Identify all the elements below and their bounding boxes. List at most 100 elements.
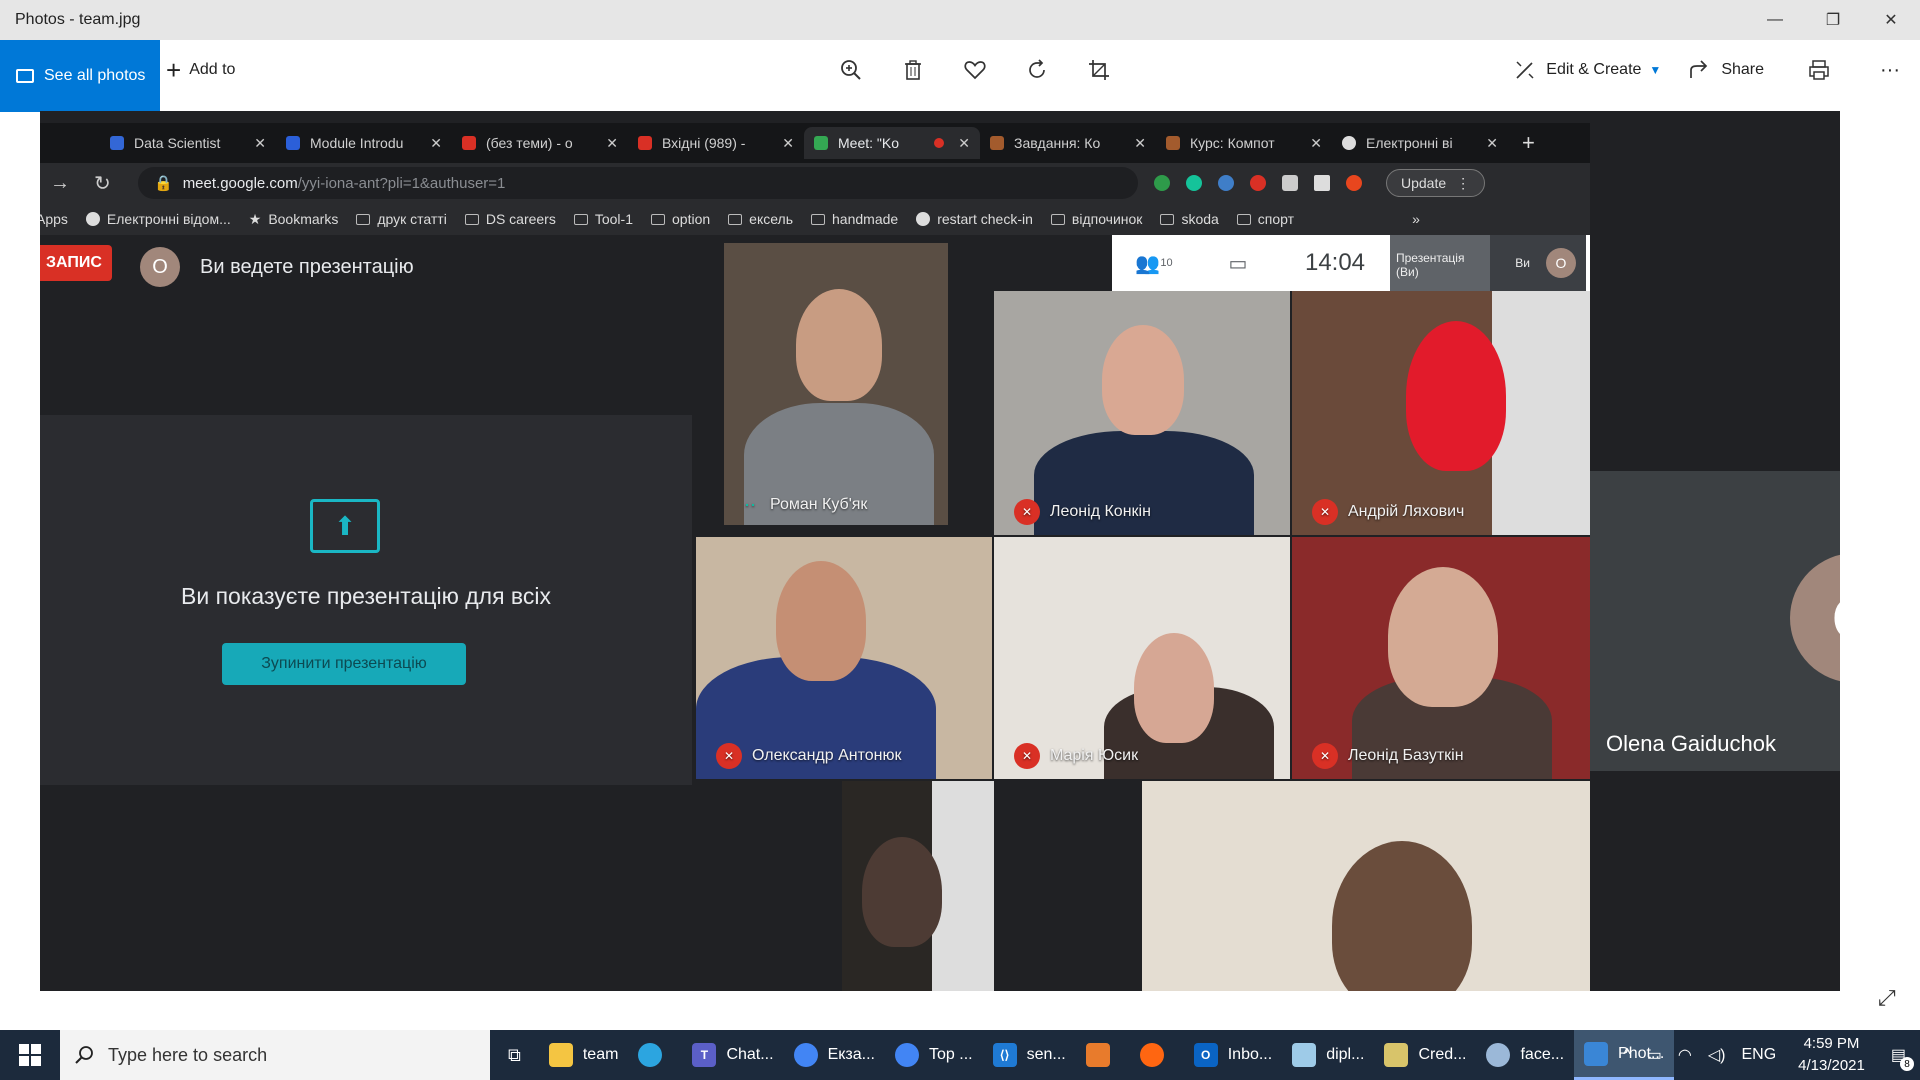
presentation-panel: ⬆ Ви показуєте презентацію для всіх Зупи… xyxy=(40,415,692,785)
video-tile[interactable] xyxy=(1142,781,1590,991)
bookmark-apps[interactable]: Apps xyxy=(40,211,68,227)
taskbar-app[interactable]: Top ... xyxy=(885,1030,983,1080)
print-button[interactable] xyxy=(1778,48,1870,92)
forward-icon[interactable]: → xyxy=(50,172,84,195)
taskbar-app[interactable]: T Chat... xyxy=(682,1030,783,1080)
presentation-mini-tile[interactable]: Презентація (Ви) xyxy=(1390,235,1490,291)
bookmark-folder[interactable]: Tool-1 xyxy=(573,211,633,227)
zoom-icon[interactable] xyxy=(820,48,882,92)
reload-icon[interactable]: ↻ xyxy=(94,171,128,196)
taskbar-app[interactable] xyxy=(628,1030,682,1080)
participants-button[interactable]: 👥 10 xyxy=(1112,251,1196,276)
extension-icon[interactable] xyxy=(1154,175,1170,191)
language-indicator[interactable]: ENG xyxy=(1741,1046,1776,1064)
browser-tab[interactable]: Завдання: Ко ✕ xyxy=(980,127,1156,159)
extension-icon[interactable] xyxy=(1250,175,1266,191)
minimize-button[interactable]: — xyxy=(1746,0,1804,40)
see-all-photos-button[interactable]: See all photos xyxy=(0,40,160,112)
browser-tab[interactable]: Data Scientist ✕ xyxy=(100,127,276,159)
bookmark-folder[interactable]: ексель xyxy=(728,211,793,227)
bookmark-item[interactable]: Електронні відом... xyxy=(85,211,231,227)
crop-icon[interactable] xyxy=(1068,48,1130,92)
extension-icon[interactable] xyxy=(1186,175,1202,191)
bookmark-folder[interactable]: спорт xyxy=(1236,211,1294,227)
video-tile[interactable]: ✕ Марія Юсик xyxy=(994,537,1290,779)
heart-icon[interactable] xyxy=(944,48,1006,92)
update-button[interactable]: Update ⋮ xyxy=(1386,169,1486,197)
side-participant-tile[interactable]: O Olena Gaiduchok xyxy=(1590,471,1880,771)
taskbar-app[interactable] xyxy=(1130,1030,1184,1080)
folder-icon xyxy=(573,213,588,225)
globe-icon xyxy=(85,212,100,226)
photo-canvas[interactable]: Data Scientist ✕ Module Introdu ✕ (без тем… xyxy=(40,111,1880,991)
browser-tab[interactable]: Електронні ві ✕ xyxy=(1332,127,1508,159)
taskbar-app[interactable]: Екза... xyxy=(784,1030,885,1080)
edit-create-button[interactable]: Edit & Create ▼ xyxy=(1500,48,1675,92)
close-tab-icon[interactable]: ✕ xyxy=(958,135,970,152)
self-mini-tile[interactable]: Ви O xyxy=(1490,235,1586,291)
close-tab-icon[interactable]: ✕ xyxy=(1486,135,1498,152)
chevron-up-icon[interactable]: ^ xyxy=(1623,1046,1631,1064)
rotate-icon[interactable] xyxy=(1006,48,1068,92)
browser-tab[interactable]: (без теми) - о ✕ xyxy=(452,127,628,159)
bookmark-item[interactable]: restart check-in xyxy=(916,211,1033,227)
more-options-button[interactable]: ··· xyxy=(1870,48,1920,92)
close-tab-icon[interactable]: ✕ xyxy=(606,135,618,152)
taskbar-app[interactable]: ⟨⟩ sen... xyxy=(983,1030,1076,1080)
stop-presenting-button[interactable]: Зупинити презентацію xyxy=(222,643,466,685)
new-tab-button[interactable]: + xyxy=(1522,130,1535,156)
participant-name: Olena Gaiduchok xyxy=(1606,731,1776,756)
video-tile[interactable]: ✕ Леонід Базуткін xyxy=(1292,537,1590,779)
extension-icon[interactable] xyxy=(1282,175,1298,191)
wifi-icon[interactable]: ◠ xyxy=(1678,1045,1692,1065)
fullscreen-icon[interactable]: ⤢ xyxy=(1878,985,1896,1011)
video-tile[interactable]: ✕ Андрій Ляхович xyxy=(1292,291,1590,535)
taskbar-search-input[interactable]: Type here to search xyxy=(60,1030,490,1080)
notifications-button[interactable]: ▤ 8 xyxy=(1891,1045,1914,1071)
taskbar-app[interactable]: dipl... xyxy=(1282,1030,1374,1080)
restore-button[interactable]: ❐ xyxy=(1804,0,1862,40)
volume-icon[interactable]: ◁) xyxy=(1708,1045,1726,1065)
video-tile[interactable]: ✕ Леонід Конкін xyxy=(994,291,1290,535)
start-button[interactable] xyxy=(0,1030,60,1080)
close-tab-icon[interactable]: ✕ xyxy=(254,135,266,152)
bookmark-folder[interactable]: друк статті xyxy=(356,211,447,227)
extension-icon[interactable] xyxy=(1218,175,1234,191)
chat-button[interactable]: ▭ xyxy=(1196,251,1280,276)
clock[interactable]: 4:59 PM 4/13/2021 xyxy=(1798,1033,1865,1077)
taskbar-app[interactable]: O Inbo... xyxy=(1184,1030,1282,1080)
browser-tab[interactable]: Курс: Компот ✕ xyxy=(1156,127,1332,159)
task-view-button[interactable]: ⧉ xyxy=(490,1030,539,1080)
video-tile[interactable]: ✕ Олександр Антонюк xyxy=(696,537,992,779)
presenting-label: Ви ведете презентацію xyxy=(200,255,414,278)
close-tab-icon[interactable]: ✕ xyxy=(1134,135,1146,152)
video-tile[interactable]: ·· Роман Куб'як xyxy=(724,243,948,525)
delete-icon[interactable] xyxy=(882,48,944,92)
bookmark-folder[interactable]: DS careers xyxy=(464,211,556,227)
more-bookmarks-icon[interactable]: » xyxy=(1412,211,1420,227)
battery-icon[interactable]: ▭ xyxy=(1647,1045,1662,1065)
puzzle-icon[interactable] xyxy=(1314,175,1330,191)
bookmark-item[interactable]: ★ Bookmarks xyxy=(249,211,339,228)
bookmark-folder[interactable]: handmade xyxy=(811,211,898,227)
taskbar-app[interactable]: team xyxy=(539,1030,629,1080)
taskbar-app[interactable]: Cred... xyxy=(1374,1030,1476,1080)
profile-icon[interactable] xyxy=(1346,175,1362,191)
video-tile[interactable] xyxy=(842,781,994,991)
browser-tab-active[interactable]: Meet: "Ko ✕ xyxy=(804,127,980,159)
taskbar-app[interactable] xyxy=(1076,1030,1130,1080)
close-tab-icon[interactable]: ✕ xyxy=(1310,135,1322,152)
close-tab-icon[interactable]: ✕ xyxy=(430,135,442,152)
taskbar-app-label: dipl... xyxy=(1326,1046,1365,1063)
browser-tab[interactable]: Вхідні (989) - ✕ xyxy=(628,127,804,159)
share-button[interactable]: Share xyxy=(1675,48,1778,92)
browser-tab[interactable]: Module Introdu ✕ xyxy=(276,127,452,159)
bookmark-folder[interactable]: skoda xyxy=(1160,211,1219,227)
add-to-button[interactable]: + Add to xyxy=(166,40,235,100)
url-input[interactable]: 🔒 meet.google.com/yyi-iona-ant?pli=1&aut… xyxy=(138,167,1138,199)
taskbar-app[interactable]: face... xyxy=(1476,1030,1574,1080)
close-button[interactable]: ✕ xyxy=(1862,0,1920,40)
close-tab-icon[interactable]: ✕ xyxy=(782,135,794,152)
bookmark-folder[interactable]: option xyxy=(651,211,710,227)
bookmark-folder[interactable]: відпочинок xyxy=(1050,211,1142,227)
